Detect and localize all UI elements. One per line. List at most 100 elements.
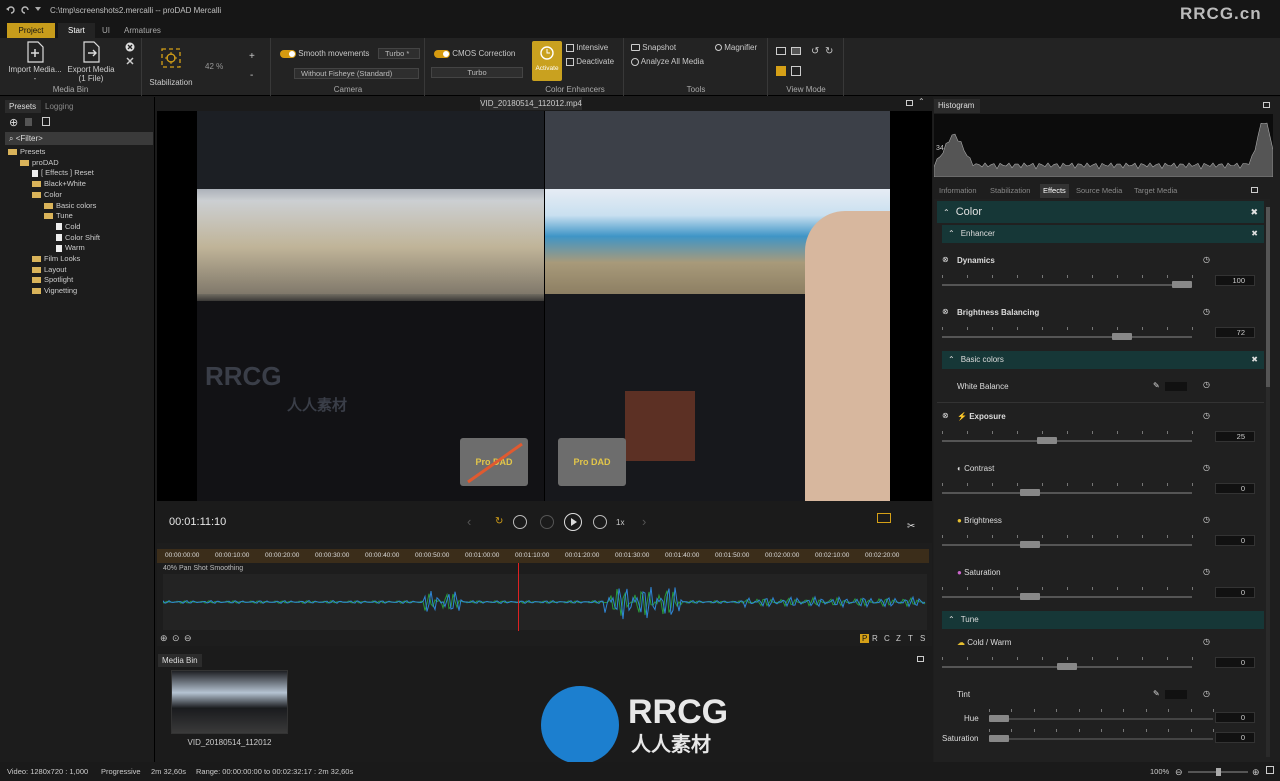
contrast-slider[interactable] (942, 483, 1193, 496)
timeline[interactable]: 00:00:00:00 00:00:10:00 00:00:20:00 00:00:3… (157, 543, 932, 646)
tab-project[interactable]: Project (7, 23, 55, 38)
new-preset-icon[interactable] (42, 117, 50, 126)
brightness-knob[interactable] (1019, 541, 1040, 548)
zoom-out-icon[interactable]: ⊖ (184, 633, 192, 644)
cmos-mode-select[interactable]: Turbo (431, 67, 523, 78)
stabilization-minus-button[interactable]: - (250, 70, 253, 81)
brightness-balancing-value[interactable]: 72 (1215, 327, 1255, 338)
close-enhancer-icon[interactable]: ✖ (1251, 225, 1258, 243)
pause-icon[interactable] (540, 515, 554, 529)
cold-warm-value[interactable]: 0 (1215, 657, 1255, 668)
tree-item[interactable]: Layout (32, 265, 67, 275)
tint-saturation-knob[interactable] (989, 735, 1009, 742)
zoom-slider[interactable] (1188, 768, 1248, 776)
rotate-left-icon[interactable]: ↺ (811, 46, 819, 57)
histogram-maximize-icon[interactable] (1263, 102, 1270, 108)
eyedropper-icon[interactable]: ✎ (1153, 381, 1160, 390)
brightness-slider[interactable] (942, 535, 1193, 548)
timeline-ruler[interactable]: 00:00:00:00 00:00:10:00 00:00:20:00 00:00:3… (157, 549, 929, 563)
media-clip-thumbnail[interactable] (171, 670, 288, 734)
next-clip-icon[interactable]: › (642, 514, 646, 529)
cmos-toggle-switch[interactable] (434, 49, 450, 58)
basic-colors-section[interactable]: ⌃ Basic colors ✖ (942, 351, 1264, 369)
brightness-balancing-toggle-icon[interactable]: ⊗ (942, 307, 949, 316)
track-mode-z[interactable]: Z (896, 634, 901, 643)
dynamics-value[interactable]: 100 (1215, 275, 1255, 286)
marker-icon[interactable] (877, 513, 891, 523)
tab-source-media[interactable]: Source Media (1073, 184, 1125, 198)
play-button[interactable] (564, 513, 582, 531)
tree-item[interactable]: proDAD (20, 158, 59, 168)
analyze-all-button[interactable]: Analyze All Media (631, 57, 704, 66)
fisheye-select[interactable]: Without Fisheye (Standard) (294, 68, 419, 79)
video-viewer[interactable]: Pro DAD Pro DAD RRCG 人人素材 (157, 111, 932, 501)
step-back-icon[interactable] (513, 515, 527, 529)
track-mode-p[interactable]: P (860, 634, 870, 643)
tree-item[interactable]: Spotlight (32, 275, 73, 285)
intensive-button[interactable]: Intensive (566, 43, 608, 52)
tint-swatch[interactable] (1165, 690, 1187, 699)
playhead[interactable] (518, 563, 519, 631)
deactivate-button[interactable]: Deactivate (566, 57, 614, 66)
enhancer-section[interactable]: ⌃ Enhancer ✖ (942, 225, 1264, 243)
effects-scrollbar[interactable] (1266, 207, 1270, 757)
brightness-balancing-slider[interactable] (942, 327, 1193, 340)
tree-item[interactable]: Film Looks (32, 254, 80, 264)
effects-maximize-icon[interactable] (1251, 187, 1258, 193)
loop-icon[interactable]: ↻ (495, 516, 503, 527)
export-media-button[interactable]: Export Media (1 File) (64, 41, 118, 83)
tools-icon[interactable] (125, 56, 135, 66)
saturation-value[interactable]: 0 (1215, 587, 1255, 598)
hue-value[interactable]: 0 (1215, 712, 1255, 723)
white-balance-reset-icon[interactable]: ◷ (1203, 380, 1210, 389)
color-section[interactable]: ⌃ Color ✖ (937, 201, 1264, 223)
tune-collapse-icon[interactable]: ⌃ (942, 615, 961, 624)
tree-item[interactable]: Cold (56, 222, 80, 232)
media-bin-maximize-icon[interactable] (917, 656, 924, 662)
saturation-slider[interactable] (942, 587, 1193, 600)
zoom-knob[interactable] (1216, 768, 1221, 776)
smooth-movements-toggle[interactable]: Smooth movements (280, 49, 369, 58)
saturation-knob[interactable] (1019, 593, 1040, 600)
tint-saturation-value[interactable]: 0 (1215, 732, 1255, 743)
previous-clip-icon[interactable]: ‹ (467, 514, 471, 529)
stabilization-plus-button[interactable]: + (249, 51, 255, 62)
playback-speed[interactable]: 1x (616, 518, 624, 527)
cold-warm-knob[interactable] (1057, 663, 1077, 670)
viewer-collapse-icon[interactable]: ⌃ (918, 97, 925, 106)
tree-item[interactable]: Black+White (32, 179, 86, 189)
viewer-maximize-icon[interactable] (906, 100, 913, 106)
tab-start[interactable]: Start (58, 23, 95, 38)
basic-colors-collapse-icon[interactable]: ⌃ (942, 355, 961, 364)
tune-section[interactable]: ⌃ Tune (942, 611, 1264, 629)
cut-icon[interactable]: ✂ (907, 521, 915, 532)
tree-item[interactable]: Presets (8, 147, 45, 157)
tree-item[interactable]: Color Shift (56, 233, 100, 243)
dynamics-slider[interactable] (942, 275, 1193, 288)
contrast-reset-icon[interactable]: ◷ (1203, 463, 1210, 472)
tint-eyedropper-icon[interactable]: ✎ (1153, 689, 1160, 698)
contrast-knob[interactable] (1019, 489, 1040, 496)
tab-presets[interactable]: Presets (5, 100, 41, 113)
exposure-knob[interactable] (1037, 437, 1057, 444)
tab-armatures[interactable]: Armatures (114, 23, 171, 38)
tree-item[interactable]: [ Effects ] Reset (32, 168, 94, 178)
zoom-fit-icon[interactable]: ⊙ (172, 633, 180, 644)
exposure-slider[interactable] (942, 431, 1193, 444)
enhancer-collapse-icon[interactable]: ⌃ (942, 229, 961, 238)
cmos-toggle[interactable]: CMOS Correction (434, 49, 515, 58)
dynamics-knob[interactable] (1172, 281, 1192, 288)
exposure-value[interactable]: 25 (1215, 431, 1255, 442)
tree-item[interactable]: Vignetting (32, 286, 77, 296)
filter-input[interactable]: ⌕ <Filter> (5, 132, 153, 145)
collapse-icon[interactable]: ⌃ (937, 208, 956, 217)
dynamics-reset-icon[interactable]: ◷ (1203, 255, 1210, 264)
snapshot-button[interactable]: Snapshot (631, 43, 676, 52)
tab-stabilization[interactable]: Stabilization (987, 184, 1033, 198)
step-forward-icon[interactable] (593, 515, 607, 529)
view-single-icon[interactable] (776, 47, 786, 55)
track-mode-s[interactable]: S (920, 634, 925, 643)
undo-icon[interactable] (6, 5, 16, 15)
tint-reset-icon[interactable]: ◷ (1203, 689, 1210, 698)
exposure-reset-icon[interactable]: ◷ (1203, 411, 1210, 420)
